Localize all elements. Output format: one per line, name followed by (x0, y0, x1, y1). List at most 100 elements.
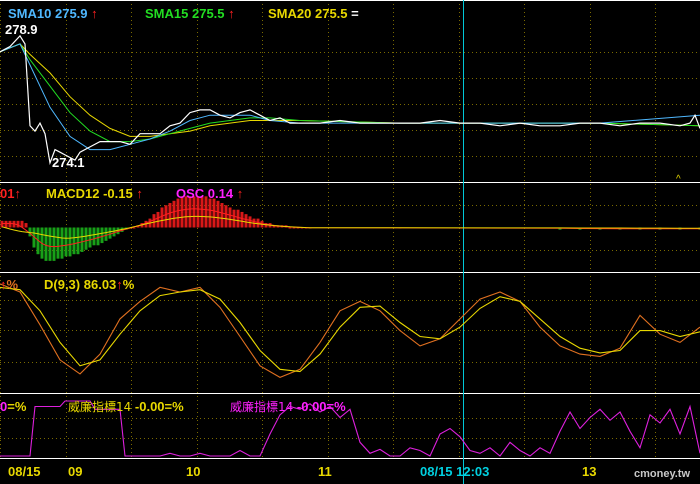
caret-marker: ^ (676, 174, 681, 185)
macd-histogram-bar (232, 209, 236, 228)
macd-histogram-bar (156, 211, 160, 228)
macd-histogram-bar (208, 198, 212, 228)
macd-histogram-bar (108, 227, 112, 239)
sma15-line (0, 43, 700, 143)
osc-legend: OSC 0.14 ↑ (176, 186, 243, 201)
macd-histogram-bar (196, 196, 200, 228)
macd-arrow-icon: ↑ (136, 186, 143, 201)
sma15-label: SMA15 (145, 6, 189, 21)
macd-histogram-bar (172, 200, 176, 228)
macd-histogram-bar (80, 227, 84, 252)
macd-histogram-bar (96, 227, 100, 246)
sma15-arrow-icon: ↑ (228, 6, 235, 21)
d-legend: D(9,3) 86.03↑% (44, 277, 134, 292)
dif-value-fragment: 01 (0, 186, 15, 201)
x-axis-label-11: 11 (318, 464, 332, 479)
d-unit: % (122, 277, 135, 292)
macd-histogram-bar (212, 198, 216, 228)
sma10-arrow-icon: ↑ (91, 6, 98, 21)
x-axis-label-13: 13 (582, 464, 597, 479)
macd-histogram-bar (88, 227, 92, 248)
wr1-label: 威廉指標14 (68, 400, 132, 414)
macd-value: -0.15 (103, 186, 133, 201)
sma20-legend: SMA20 275.5 = (268, 6, 359, 21)
macd-histogram-bar (64, 227, 68, 257)
macd-histogram-bar (0, 220, 4, 228)
macd-histogram-bar (72, 227, 76, 255)
price-line (0, 34, 700, 166)
sma15-legend: SMA15 275.5 ↑ (145, 6, 235, 21)
macd-histogram-bar (100, 227, 104, 244)
macd-histogram-bar (180, 196, 184, 228)
macd-histogram-bar (152, 214, 156, 228)
macd-panel[interactable] (0, 196, 700, 261)
macd-histogram-bar (24, 223, 28, 228)
price-panel[interactable] (0, 34, 700, 166)
sma20-value: 275.5 (314, 6, 348, 21)
macd-legend: MACD12 -0.15 ↑ (46, 186, 143, 201)
osc-arrow-icon: ↑ (236, 186, 244, 201)
macd-histogram-bar (224, 205, 228, 228)
macd-histogram-bar (220, 203, 224, 228)
low-price-label: 274.1 (52, 155, 85, 170)
d-label: D(9,3) (44, 277, 81, 292)
macd-histogram-bar (92, 227, 96, 246)
dif-arrow-icon: ↑ (14, 186, 21, 201)
k-legend: ↑% (0, 277, 18, 292)
macd-histogram-bar (76, 227, 80, 255)
macd-histogram-bar (200, 196, 204, 228)
wr2-value: -0.00 (296, 399, 327, 414)
wr-fragment-legend: 0=% (0, 399, 26, 414)
watermark-logo: cmoney.tw (634, 468, 691, 480)
macd-histogram-bar (204, 196, 208, 228)
macd-histogram-bar (84, 227, 88, 250)
macd-histogram-bar (60, 227, 64, 259)
macd-histogram-bar (44, 227, 48, 261)
wr2-suffix: =% (326, 399, 346, 414)
sma15-value: 275.5 (191, 6, 225, 21)
cursor-time-label: 08/15 12:03 (420, 464, 490, 479)
osc-value: 0.14 (207, 186, 234, 201)
macd-histogram-bar (176, 198, 180, 228)
macd-histogram-bar (288, 227, 292, 229)
dif-legend: 01↑ (0, 186, 21, 201)
macd-histogram-bar (168, 203, 172, 228)
wr1-value: -0.00 (134, 399, 165, 414)
macd-histogram-bar (52, 227, 56, 261)
sma10-label: SMA10 (8, 6, 52, 21)
macd-histogram-bar (68, 227, 72, 257)
macd-histogram-bar (188, 196, 192, 228)
macd-histogram-bar (4, 220, 8, 228)
macd-histogram-bar (240, 211, 244, 228)
x-axis-label-10: 10 (186, 464, 201, 479)
macd-histogram-bar (160, 207, 164, 228)
sma10-value: 275.9 (54, 6, 88, 21)
wr2-legend: 威廉指標14 -0.00=% (230, 399, 346, 415)
macd-histogram-bar (8, 220, 12, 228)
sma20-arrow-icon: = (351, 6, 359, 21)
macd-histogram-bar (48, 227, 52, 261)
macd-histogram-bar (216, 200, 220, 228)
macd-histogram-bar (184, 196, 188, 228)
high-price-label: 278.9 (5, 22, 38, 37)
macd-label: MACD12 (46, 186, 100, 201)
x-axis-label-date: 08/15 (8, 464, 41, 479)
macd-histogram-bar (228, 207, 232, 228)
sma20-label: SMA20 (268, 6, 312, 21)
macd-histogram-bar (164, 205, 168, 228)
sma10-legend: SMA10 275.9 ↑ (8, 6, 98, 21)
macd-histogram-bar (192, 196, 196, 228)
sma10-line (0, 43, 700, 151)
wr-fragment-suffix: =% (7, 399, 27, 414)
d-value: 86.03 (83, 277, 117, 292)
macd-histogram-bar (244, 214, 248, 228)
k-unit: % (6, 277, 19, 292)
wr2-label: 威廉指標14 (230, 400, 294, 414)
osc-label: OSC (176, 186, 205, 201)
x-axis-label-09: 09 (68, 464, 83, 479)
macd-histogram-bar (56, 227, 60, 259)
macd-histogram-bar (236, 209, 240, 228)
macd-histogram-bar (104, 227, 108, 241)
wr1-suffix: =% (164, 399, 184, 414)
wr1-legend: 威廉指標14 -0.00=% (68, 399, 184, 415)
